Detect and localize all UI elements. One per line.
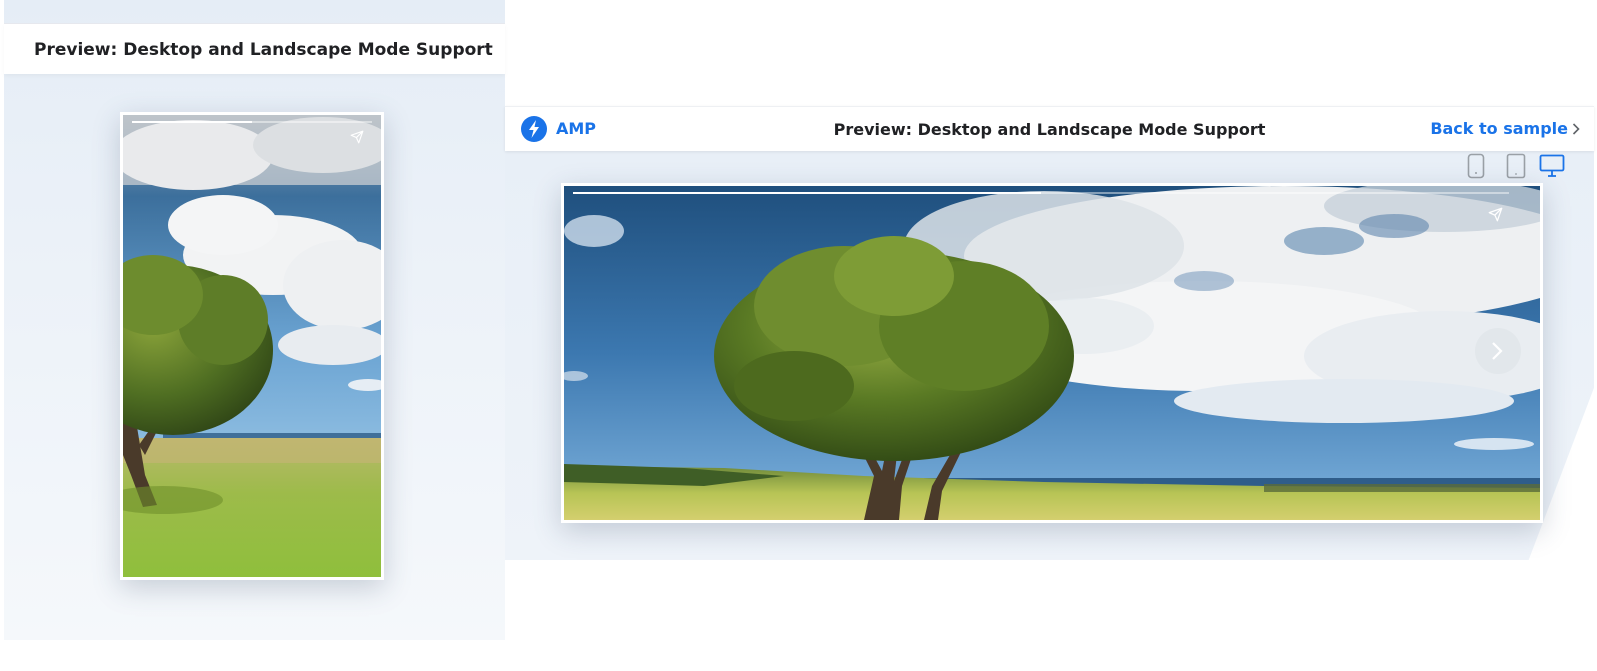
paper-plane-icon[interactable]: [1488, 207, 1503, 222]
desktop-device-icon[interactable]: [1539, 152, 1565, 180]
story-image-landscape: [564, 186, 1540, 520]
chevron-right-icon[interactable]: [1572, 123, 1580, 135]
story-progress-fill: [132, 121, 252, 123]
tree-landscape-image-portrait: [123, 115, 381, 577]
chevron-right-icon: [1492, 342, 1503, 360]
story-progress-bar: [573, 192, 1509, 194]
story-progress-bar: [132, 121, 372, 123]
right-header: AMP Preview: Desktop and Landscape Mode …: [505, 106, 1594, 151]
next-page-button[interactable]: [1475, 328, 1521, 374]
left-page-title: Preview: Desktop and Landscape Mode Supp…: [34, 40, 493, 60]
tree-landscape-image-landscape: [564, 186, 1540, 520]
phone-device-icon[interactable]: [1467, 152, 1485, 180]
left-preview-panel: Preview: Desktop and Landscape Mode Supp…: [4, 0, 505, 640]
story-progress-fill: [573, 192, 1041, 194]
paper-plane-icon[interactable]: [350, 130, 364, 144]
story-image-portrait: [123, 115, 381, 577]
left-header: Preview: Desktop and Landscape Mode Supp…: [4, 24, 505, 74]
tablet-device-icon[interactable]: [1506, 152, 1526, 180]
back-to-sample-link[interactable]: Back to sample: [1430, 119, 1568, 138]
portrait-story-player[interactable]: [120, 112, 384, 580]
landscape-story-player[interactable]: [561, 183, 1543, 523]
